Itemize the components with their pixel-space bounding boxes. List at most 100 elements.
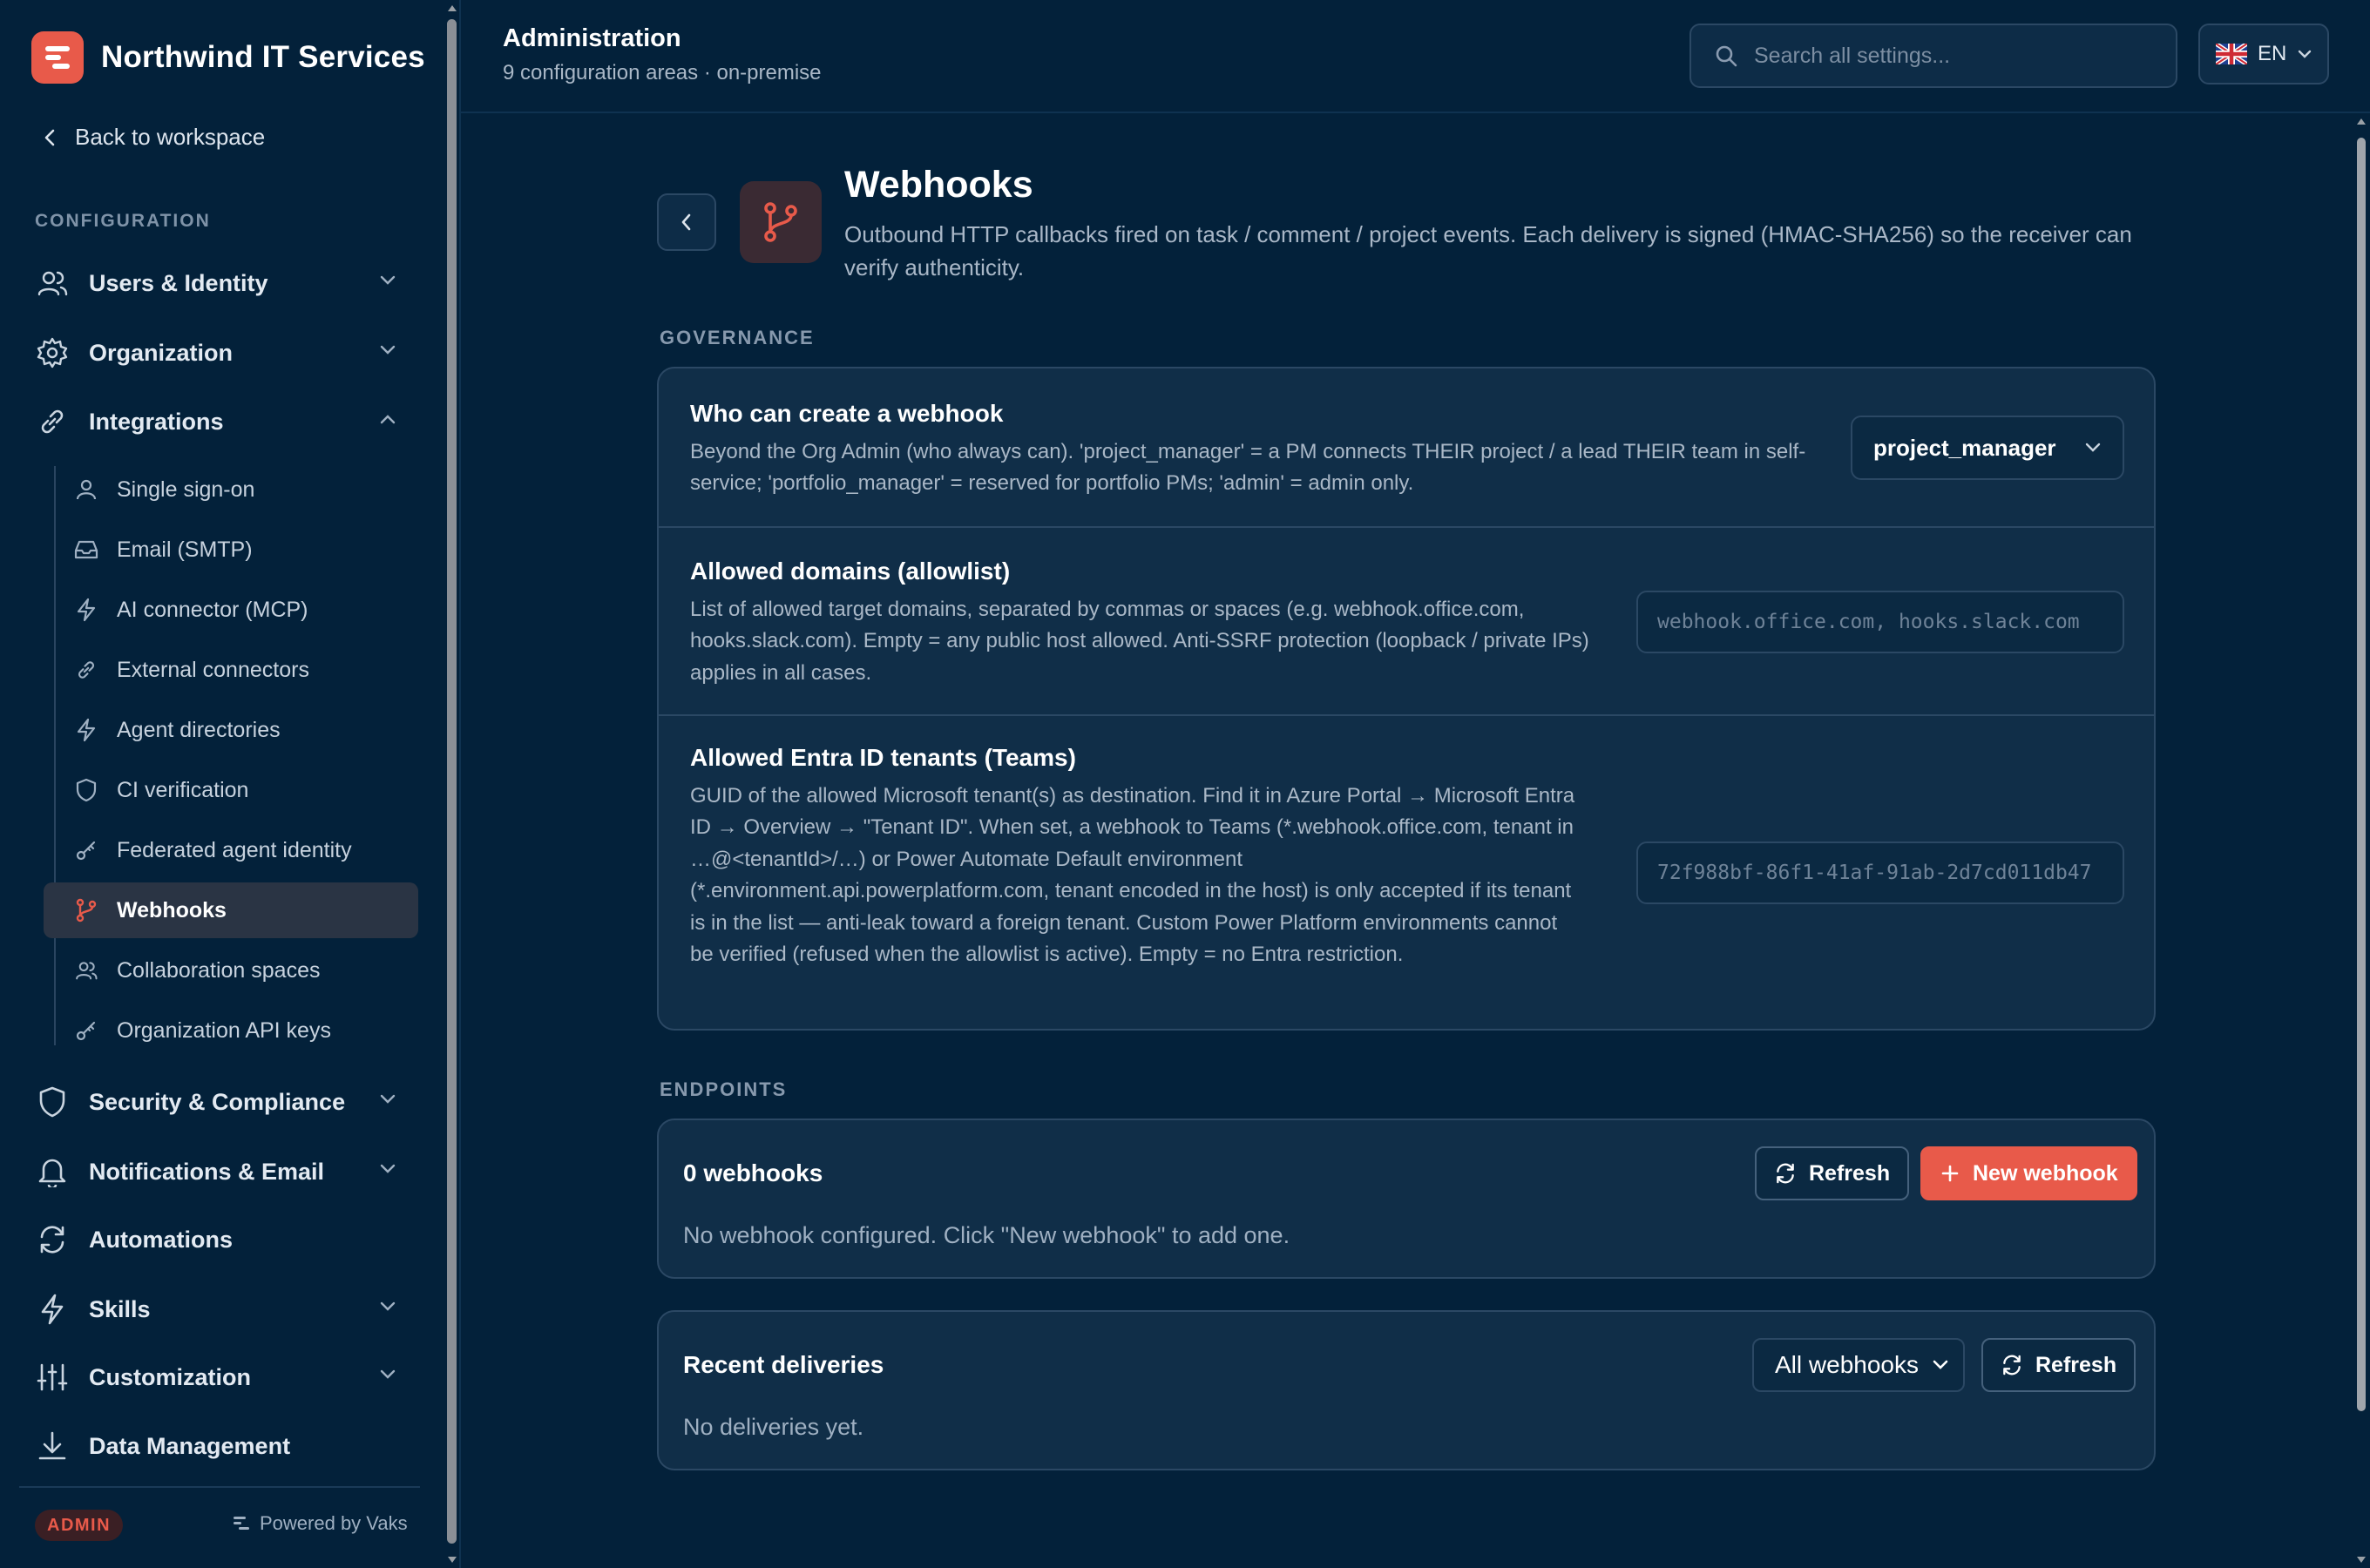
new-webhook-button[interactable]: New webhook: [1920, 1146, 2137, 1200]
nav-group-automations[interactable]: Automations: [35, 1213, 410, 1266]
chevron-up-icon: [380, 415, 396, 424]
sidebar-item-label: Agent directories: [117, 717, 281, 742]
main-scrollbar[interactable]: [2353, 113, 2370, 1568]
admin-badge: ADMIN: [35, 1510, 124, 1541]
setting-allowed-domains: Allowed domains (allowlist) List of allo…: [659, 526, 2154, 714]
back-to-workspace-link[interactable]: Back to workspace: [42, 124, 265, 151]
sidebar-item-federated-agent-identity[interactable]: Federated agent identity: [44, 822, 418, 878]
back-button[interactable]: [657, 193, 716, 251]
chevron-down-icon: [2299, 50, 2312, 58]
powered-by: Powered by Vaks: [232, 1512, 408, 1535]
sidebar-item-label: Organization API keys: [117, 1017, 331, 1043]
sidebar-item-label: Federated agent identity: [117, 837, 352, 862]
brand[interactable]: Northwind IT Services: [31, 31, 425, 84]
back-label: Back to workspace: [75, 124, 266, 150]
scroll-down-arrow-icon[interactable]: [2357, 1557, 2366, 1563]
settings-search-input[interactable]: Search all settings...: [1689, 24, 2177, 88]
governance-section-label: GOVERNANCE: [660, 327, 815, 348]
uk-flag-icon: [2216, 44, 2247, 64]
scroll-down-arrow-icon[interactable]: [448, 1557, 457, 1563]
bolt-icon: [35, 1292, 70, 1327]
nav-group-notifications-email[interactable]: Notifications & Email: [35, 1146, 410, 1198]
endpoints-section-label: ENDPOINTS: [660, 1078, 788, 1100]
vaks-logo-icon: [234, 1517, 249, 1530]
sidebar-footer-divider: [19, 1486, 420, 1488]
language-selector[interactable]: EN: [2198, 24, 2329, 84]
users-icon: [35, 266, 70, 301]
inbox-icon: [73, 537, 99, 563]
page-section-title: Administration: [503, 24, 681, 52]
governance-card: Who can create a webhook Beyond the Org …: [657, 367, 2156, 1031]
nav-group-integrations[interactable]: Integrations: [35, 395, 410, 448]
sidebar-item-organization-api-keys[interactable]: Organization API keys: [44, 1003, 418, 1058]
sidebar-scrollbar[interactable]: [444, 0, 460, 1568]
nav-group-label: Integrations: [89, 408, 224, 435]
webhook-filter-select[interactable]: All webhooks: [1752, 1338, 1965, 1392]
setting-title: Allowed domains (allowlist): [690, 558, 1011, 585]
allowed-tenants-input[interactable]: 72f988bf-86f1-41af-91ab-2d7cd011db47: [1636, 841, 2124, 904]
download-icon: [35, 1429, 70, 1463]
scroll-up-arrow-icon[interactable]: [448, 5, 457, 11]
nav-group-label: Notifications & Email: [89, 1158, 325, 1185]
sidebar-item-label: Webhooks: [117, 897, 227, 923]
user-icon: [73, 476, 99, 503]
setting-title: Who can create a webhook: [690, 400, 1004, 427]
sliders-icon: [35, 1360, 70, 1395]
nav-group-label: Data Management: [89, 1432, 291, 1459]
gear-icon: [35, 335, 70, 370]
allowed-domains-input[interactable]: webhook.office.com, hooks.slack.com: [1636, 591, 2124, 653]
nav-group-security-compliance[interactable]: Security & Compliance: [35, 1076, 410, 1128]
bolt-icon: [73, 597, 99, 623]
refresh-deliveries-button[interactable]: Refresh: [1981, 1338, 2136, 1392]
plus-icon: [1941, 1165, 1959, 1182]
setting-title: Allowed Entra ID tenants (Teams): [690, 744, 1076, 771]
setting-description: Beyond the Org Admin (who always can). '…: [690, 440, 1806, 496]
chevron-down-icon: [380, 275, 396, 285]
page-description: Outbound HTTP callbacks fired on task / …: [844, 221, 2132, 280]
sidebar-item-email-smtp[interactable]: Email (SMTP): [44, 522, 418, 578]
deliveries-card: Recent deliveries All webhooks Refresh N…: [657, 1310, 2156, 1470]
git-branch-icon: [764, 202, 797, 242]
nav-group-users-identity[interactable]: Users & Identity: [35, 257, 410, 309]
setting-who-can-create: Who can create a webhook Beyond the Org …: [659, 368, 2154, 526]
webhooks-page-icon: [740, 181, 822, 263]
nav-group-customization[interactable]: Customization: [35, 1351, 410, 1403]
sidebar-item-webhooks[interactable]: Webhooks: [44, 882, 418, 938]
chevron-down-icon: [380, 1164, 396, 1173]
sidebar-divider: [459, 0, 461, 1568]
bell-icon: [35, 1154, 70, 1189]
button-label: Refresh: [1809, 1160, 1891, 1186]
nav-group-data-management[interactable]: Data Management: [35, 1420, 410, 1472]
sidebar-item-single-sign-on[interactable]: Single sign-on: [44, 462, 418, 517]
key-icon: [73, 837, 99, 863]
sidebar-scrollbar-thumb[interactable]: [447, 19, 457, 1544]
refresh-webhooks-button[interactable]: Refresh: [1755, 1146, 1910, 1200]
sidebar-item-agent-directories[interactable]: Agent directories: [44, 702, 418, 758]
sidebar-item-collaboration-spaces[interactable]: Collaboration spaces: [44, 943, 418, 998]
nav-group-label: Security & Compliance: [89, 1088, 346, 1115]
webhook-creator-role-select[interactable]: project_manager: [1851, 416, 2124, 480]
users-icon: [73, 957, 99, 983]
deliveries-empty-state: No deliveries yet.: [683, 1414, 864, 1440]
sidebar-item-external-connectors[interactable]: External connectors: [44, 642, 418, 698]
key-icon: [73, 1017, 99, 1044]
nav-group-label: Skills: [89, 1295, 151, 1322]
sidebar-item-label: CI verification: [117, 777, 249, 802]
chevron-left-icon: [681, 213, 691, 231]
sidebar-item-label: AI connector (MCP): [117, 597, 308, 622]
sidebar-item-label: External connectors: [117, 657, 309, 682]
main-scrollbar-thumb[interactable]: [2357, 138, 2366, 1411]
nav-group-label: Automations: [89, 1226, 233, 1253]
scroll-up-arrow-icon[interactable]: [2357, 118, 2366, 125]
nav-group-skills[interactable]: Skills: [35, 1283, 410, 1335]
deliveries-title: Recent deliveries: [683, 1351, 884, 1378]
nav-group-label: Customization: [89, 1363, 251, 1390]
sidebar-item-ai-connector[interactable]: AI connector (MCP): [44, 582, 418, 638]
shield-icon: [35, 1085, 70, 1119]
setting-allowed-tenants: Allowed Entra ID tenants (Teams) GUID of…: [659, 714, 2154, 1031]
chevron-down-icon: [1933, 1360, 1948, 1369]
search-icon: [1716, 45, 1737, 67]
nav-group-organization[interactable]: Organization: [35, 327, 410, 379]
sidebar-item-ci-verification[interactable]: CI verification: [44, 762, 418, 818]
link-icon: [73, 657, 99, 683]
